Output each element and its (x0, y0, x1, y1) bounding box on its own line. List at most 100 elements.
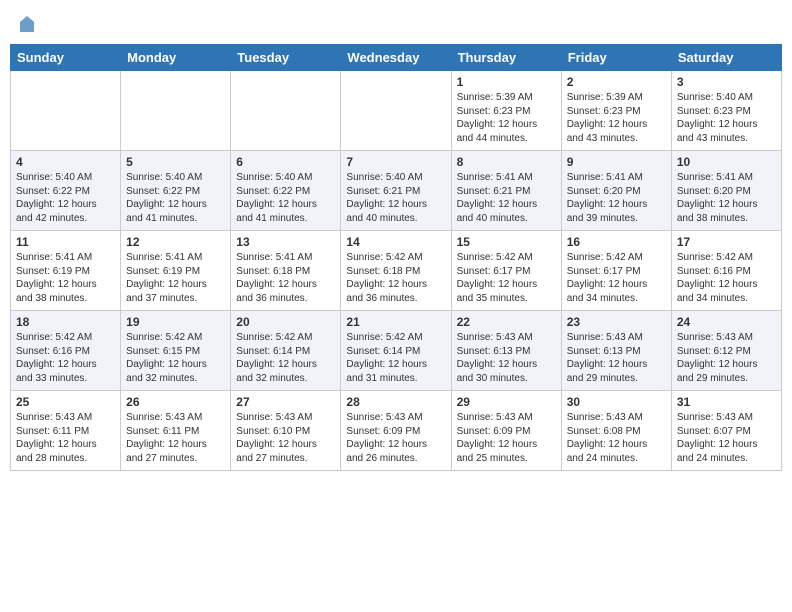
calendar-header-row: SundayMondayTuesdayWednesdayThursdayFrid… (11, 45, 782, 71)
calendar-cell: 22Sunrise: 5:43 AMSunset: 6:13 PMDayligh… (451, 311, 561, 391)
day-number: 30 (567, 395, 666, 409)
calendar-cell: 17Sunrise: 5:42 AMSunset: 6:16 PMDayligh… (671, 231, 781, 311)
day-info: Sunrise: 5:41 AM (677, 171, 776, 185)
calendar-cell: 19Sunrise: 5:42 AMSunset: 6:15 PMDayligh… (121, 311, 231, 391)
day-info: Daylight: 12 hours (457, 358, 556, 372)
day-info: Sunset: 6:16 PM (677, 265, 776, 279)
day-info: Sunset: 6:13 PM (457, 345, 556, 359)
day-number: 26 (126, 395, 225, 409)
day-info: Sunrise: 5:43 AM (126, 411, 225, 425)
calendar-cell (341, 71, 451, 151)
day-info: and 33 minutes. (16, 372, 115, 386)
calendar-cell: 23Sunrise: 5:43 AMSunset: 6:13 PMDayligh… (561, 311, 671, 391)
calendar-cell: 1Sunrise: 5:39 AMSunset: 6:23 PMDaylight… (451, 71, 561, 151)
day-info: Sunset: 6:17 PM (457, 265, 556, 279)
day-number: 16 (567, 235, 666, 249)
day-info: and 32 minutes. (126, 372, 225, 386)
calendar-cell: 8Sunrise: 5:41 AMSunset: 6:21 PMDaylight… (451, 151, 561, 231)
day-info: Sunset: 6:20 PM (567, 185, 666, 199)
day-info: Sunrise: 5:41 AM (457, 171, 556, 185)
day-info: and 37 minutes. (126, 292, 225, 306)
calendar-day-header: Friday (561, 45, 671, 71)
logo-icon (16, 14, 38, 36)
day-info: Daylight: 12 hours (677, 358, 776, 372)
day-info: Daylight: 12 hours (346, 198, 445, 212)
day-info: Sunset: 6:18 PM (346, 265, 445, 279)
day-info: Sunrise: 5:43 AM (567, 411, 666, 425)
day-info: Daylight: 12 hours (677, 198, 776, 212)
calendar-cell: 15Sunrise: 5:42 AMSunset: 6:17 PMDayligh… (451, 231, 561, 311)
calendar-cell: 25Sunrise: 5:43 AMSunset: 6:11 PMDayligh… (11, 391, 121, 471)
day-info: and 24 minutes. (677, 452, 776, 466)
day-number: 5 (126, 155, 225, 169)
day-info: Sunset: 6:19 PM (126, 265, 225, 279)
day-number: 8 (457, 155, 556, 169)
day-info: Sunrise: 5:39 AM (457, 91, 556, 105)
day-number: 9 (567, 155, 666, 169)
day-info: Sunrise: 5:41 AM (126, 251, 225, 265)
day-info: Sunrise: 5:40 AM (346, 171, 445, 185)
day-number: 1 (457, 75, 556, 89)
day-number: 23 (567, 315, 666, 329)
calendar-day-header: Monday (121, 45, 231, 71)
day-number: 13 (236, 235, 335, 249)
day-info: Sunrise: 5:42 AM (16, 331, 115, 345)
day-info: Sunrise: 5:43 AM (457, 331, 556, 345)
day-info: and 36 minutes. (236, 292, 335, 306)
day-info: Daylight: 12 hours (677, 438, 776, 452)
calendar-cell: 30Sunrise: 5:43 AMSunset: 6:08 PMDayligh… (561, 391, 671, 471)
day-info: and 29 minutes. (677, 372, 776, 386)
day-number: 31 (677, 395, 776, 409)
day-info: Sunrise: 5:41 AM (16, 251, 115, 265)
calendar-day-header: Sunday (11, 45, 121, 71)
page-header (10, 10, 782, 36)
calendar-cell: 26Sunrise: 5:43 AMSunset: 6:11 PMDayligh… (121, 391, 231, 471)
day-info: Daylight: 12 hours (567, 358, 666, 372)
day-info: and 29 minutes. (567, 372, 666, 386)
calendar-week-row: 4Sunrise: 5:40 AMSunset: 6:22 PMDaylight… (11, 151, 782, 231)
day-info: Sunrise: 5:42 AM (457, 251, 556, 265)
day-number: 18 (16, 315, 115, 329)
day-info: Sunrise: 5:40 AM (236, 171, 335, 185)
calendar-cell: 31Sunrise: 5:43 AMSunset: 6:07 PMDayligh… (671, 391, 781, 471)
day-info: Sunrise: 5:43 AM (16, 411, 115, 425)
day-info: Sunrise: 5:39 AM (567, 91, 666, 105)
day-info: Sunset: 6:23 PM (677, 105, 776, 119)
day-info: Sunrise: 5:43 AM (457, 411, 556, 425)
day-info: and 31 minutes. (346, 372, 445, 386)
calendar-cell: 16Sunrise: 5:42 AMSunset: 6:17 PMDayligh… (561, 231, 671, 311)
day-number: 24 (677, 315, 776, 329)
day-info: Sunset: 6:09 PM (346, 425, 445, 439)
day-number: 20 (236, 315, 335, 329)
calendar-cell: 9Sunrise: 5:41 AMSunset: 6:20 PMDaylight… (561, 151, 671, 231)
day-info: Sunrise: 5:41 AM (567, 171, 666, 185)
day-info: and 34 minutes. (677, 292, 776, 306)
calendar-table: SundayMondayTuesdayWednesdayThursdayFrid… (10, 44, 782, 471)
day-info: Sunset: 6:19 PM (16, 265, 115, 279)
day-info: Daylight: 12 hours (457, 438, 556, 452)
day-info: Daylight: 12 hours (677, 118, 776, 132)
day-info: Sunrise: 5:40 AM (16, 171, 115, 185)
calendar-cell: 21Sunrise: 5:42 AMSunset: 6:14 PMDayligh… (341, 311, 451, 391)
day-info: Sunrise: 5:42 AM (236, 331, 335, 345)
logo (14, 14, 38, 36)
day-number: 4 (16, 155, 115, 169)
day-info: and 39 minutes. (567, 212, 666, 226)
calendar-week-row: 25Sunrise: 5:43 AMSunset: 6:11 PMDayligh… (11, 391, 782, 471)
day-info: Sunset: 6:17 PM (567, 265, 666, 279)
calendar-cell: 6Sunrise: 5:40 AMSunset: 6:22 PMDaylight… (231, 151, 341, 231)
calendar-cell: 24Sunrise: 5:43 AMSunset: 6:12 PMDayligh… (671, 311, 781, 391)
day-info: Daylight: 12 hours (126, 438, 225, 452)
calendar-day-header: Tuesday (231, 45, 341, 71)
day-info: and 40 minutes. (346, 212, 445, 226)
calendar-cell: 18Sunrise: 5:42 AMSunset: 6:16 PMDayligh… (11, 311, 121, 391)
day-info: and 40 minutes. (457, 212, 556, 226)
calendar-cell: 11Sunrise: 5:41 AMSunset: 6:19 PMDayligh… (11, 231, 121, 311)
day-number: 10 (677, 155, 776, 169)
calendar-cell: 4Sunrise: 5:40 AMSunset: 6:22 PMDaylight… (11, 151, 121, 231)
day-info: Daylight: 12 hours (236, 278, 335, 292)
day-info: Sunset: 6:20 PM (677, 185, 776, 199)
calendar-week-row: 18Sunrise: 5:42 AMSunset: 6:16 PMDayligh… (11, 311, 782, 391)
calendar-week-row: 11Sunrise: 5:41 AMSunset: 6:19 PMDayligh… (11, 231, 782, 311)
day-info: Daylight: 12 hours (457, 118, 556, 132)
